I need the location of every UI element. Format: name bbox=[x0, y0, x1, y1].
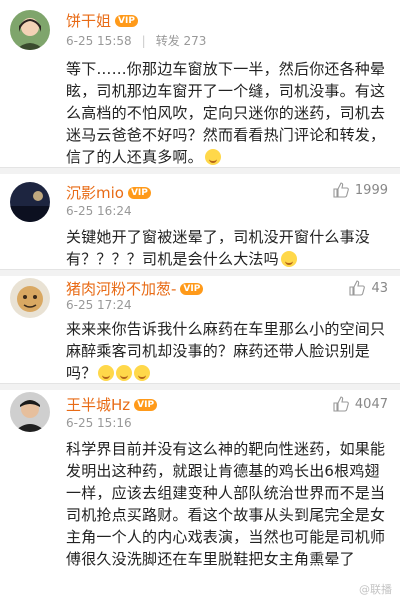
like-button[interactable]: 43 bbox=[349, 280, 388, 296]
like-count: 1999 bbox=[354, 182, 388, 198]
comment-body: 科学界目前并没有这么神的靶向性迷药，如果能发明出这种药，就跟让肯德基的鸡长出6根… bbox=[66, 440, 386, 568]
username-text[interactable]: 沉影mio bbox=[66, 182, 124, 203]
comment-card: 沉影mio VIP 1999 6-25 16:24 关键她开了窗被迷晕了，司机没… bbox=[0, 174, 400, 270]
vip-badge-icon: VIP bbox=[180, 282, 204, 295]
vip-badge-icon: VIP bbox=[127, 186, 151, 199]
comment-text: 等下……你那边车窗放下一半，然后你还各种晕眩，司机那边车窗开了一个缝，司机没事。… bbox=[66, 58, 390, 168]
timestamp: 6-25 15:16 bbox=[66, 416, 132, 430]
comment-text: 科学界目前并没有这么神的靶向性迷药，如果能发明出这种药，就跟让肯德基的鸡长出6根… bbox=[66, 438, 390, 570]
vip-badge-icon: VIP bbox=[115, 14, 138, 27]
username-text[interactable]: 猪肉河粉不加葱- bbox=[66, 278, 176, 299]
comment-meta: 6-25 15:16 bbox=[66, 416, 132, 430]
vip-badge-icon: VIP bbox=[134, 398, 158, 411]
laugh-emoji-icon bbox=[116, 365, 133, 381]
username-text[interactable]: 王半城Hz bbox=[66, 394, 130, 415]
comment-card: 饼干姐 VIP 6-25 15:58 | 转发 273 等下……你那边车窗放下一半，… bbox=[0, 0, 400, 168]
thumb-up-icon bbox=[349, 280, 366, 296]
thumb-up-icon bbox=[333, 182, 349, 198]
repost-count: 273 bbox=[183, 34, 207, 48]
comment-text: 来来来你告诉我什么麻药在车里那么小的空间只麻醉乘客司机却没事的？麻药还带人脸识别… bbox=[66, 318, 390, 384]
laugh-emoji-icon bbox=[98, 365, 115, 381]
username[interactable]: 王半城Hz VIP bbox=[66, 394, 158, 415]
comment-meta: 6-25 16:24 bbox=[66, 204, 132, 218]
laugh-emoji-icon bbox=[204, 149, 221, 165]
comment-text: 关键她开了窗被迷晕了，司机没开窗什么事没有？？？？司机是会什么大法吗 bbox=[66, 226, 390, 270]
like-button[interactable]: 1999 bbox=[333, 182, 388, 198]
comment-card: 王半城Hz VIP 4047 6-25 15:16 科学界目前并没有这么神的靶向… bbox=[0, 390, 400, 600]
avatar[interactable] bbox=[10, 278, 50, 318]
watermark: @联播 bbox=[359, 581, 392, 597]
avatar[interactable] bbox=[10, 392, 50, 432]
watermark-text: @联播 bbox=[359, 583, 392, 596]
username[interactable]: 沉影mio VIP bbox=[66, 182, 151, 203]
thumb-up-icon bbox=[333, 396, 349, 412]
timestamp: 6-25 17:24 bbox=[66, 298, 132, 312]
repost-label[interactable]: 转发 bbox=[156, 34, 180, 48]
username[interactable]: 饼干姐 VIP bbox=[66, 10, 138, 31]
timestamp: 6-25 16:24 bbox=[66, 204, 132, 218]
comment-card: 猪肉河粉不加葱- VIP 43 6-25 17:24 来来来你告诉我什么麻药在车… bbox=[0, 276, 400, 384]
avatar[interactable] bbox=[10, 182, 50, 222]
username-text[interactable]: 饼干姐 bbox=[66, 10, 111, 31]
comment-body: 等下……你那边车窗放下一半，然后你还各种晕眩，司机那边车窗开了一个缝，司机没事。… bbox=[66, 60, 386, 166]
laugh-emoji-icon bbox=[280, 251, 297, 267]
like-count: 4047 bbox=[354, 396, 388, 412]
username[interactable]: 猪肉河粉不加葱- VIP bbox=[66, 278, 204, 299]
comment-body: 关键她开了窗被迷晕了，司机没开窗什么事没有？？？？司机是会什么大法吗 bbox=[66, 228, 371, 268]
laugh-emoji-icon bbox=[134, 365, 151, 381]
like-count: 43 bbox=[371, 280, 388, 296]
avatar[interactable] bbox=[10, 10, 50, 50]
comment-meta: 6-25 17:24 bbox=[66, 298, 132, 312]
like-button[interactable]: 4047 bbox=[333, 396, 388, 412]
comment-meta: 6-25 15:58 | 转发 273 bbox=[66, 34, 207, 48]
timestamp: 6-25 15:58 bbox=[66, 34, 132, 48]
